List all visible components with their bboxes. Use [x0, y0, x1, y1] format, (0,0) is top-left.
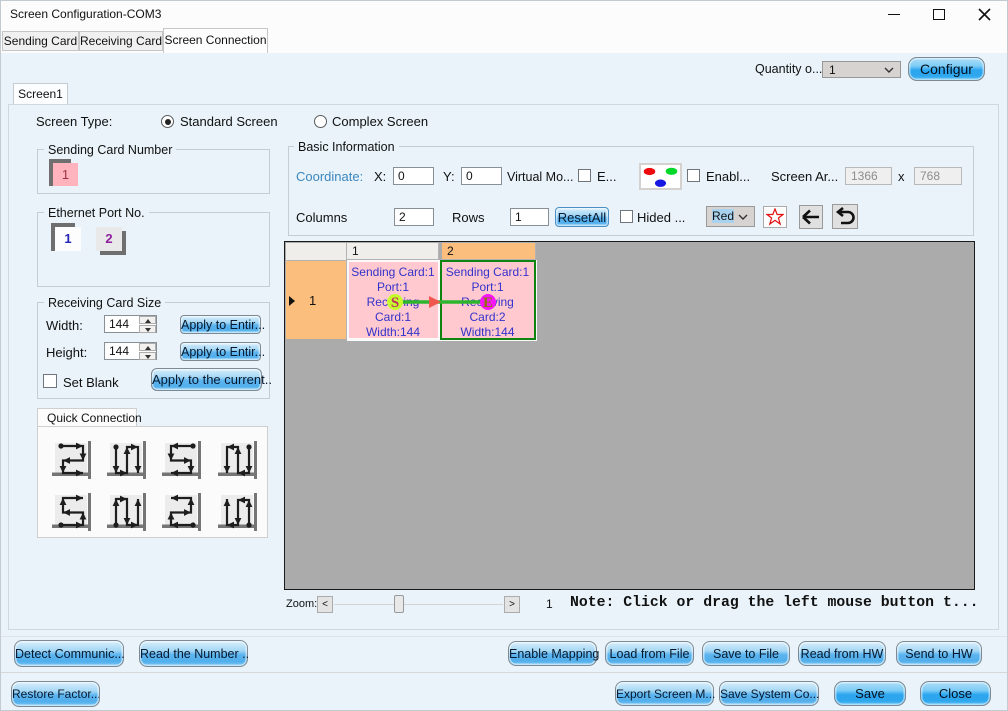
svg-text:S: S	[391, 295, 399, 311]
svg-text:E: E	[483, 295, 493, 311]
